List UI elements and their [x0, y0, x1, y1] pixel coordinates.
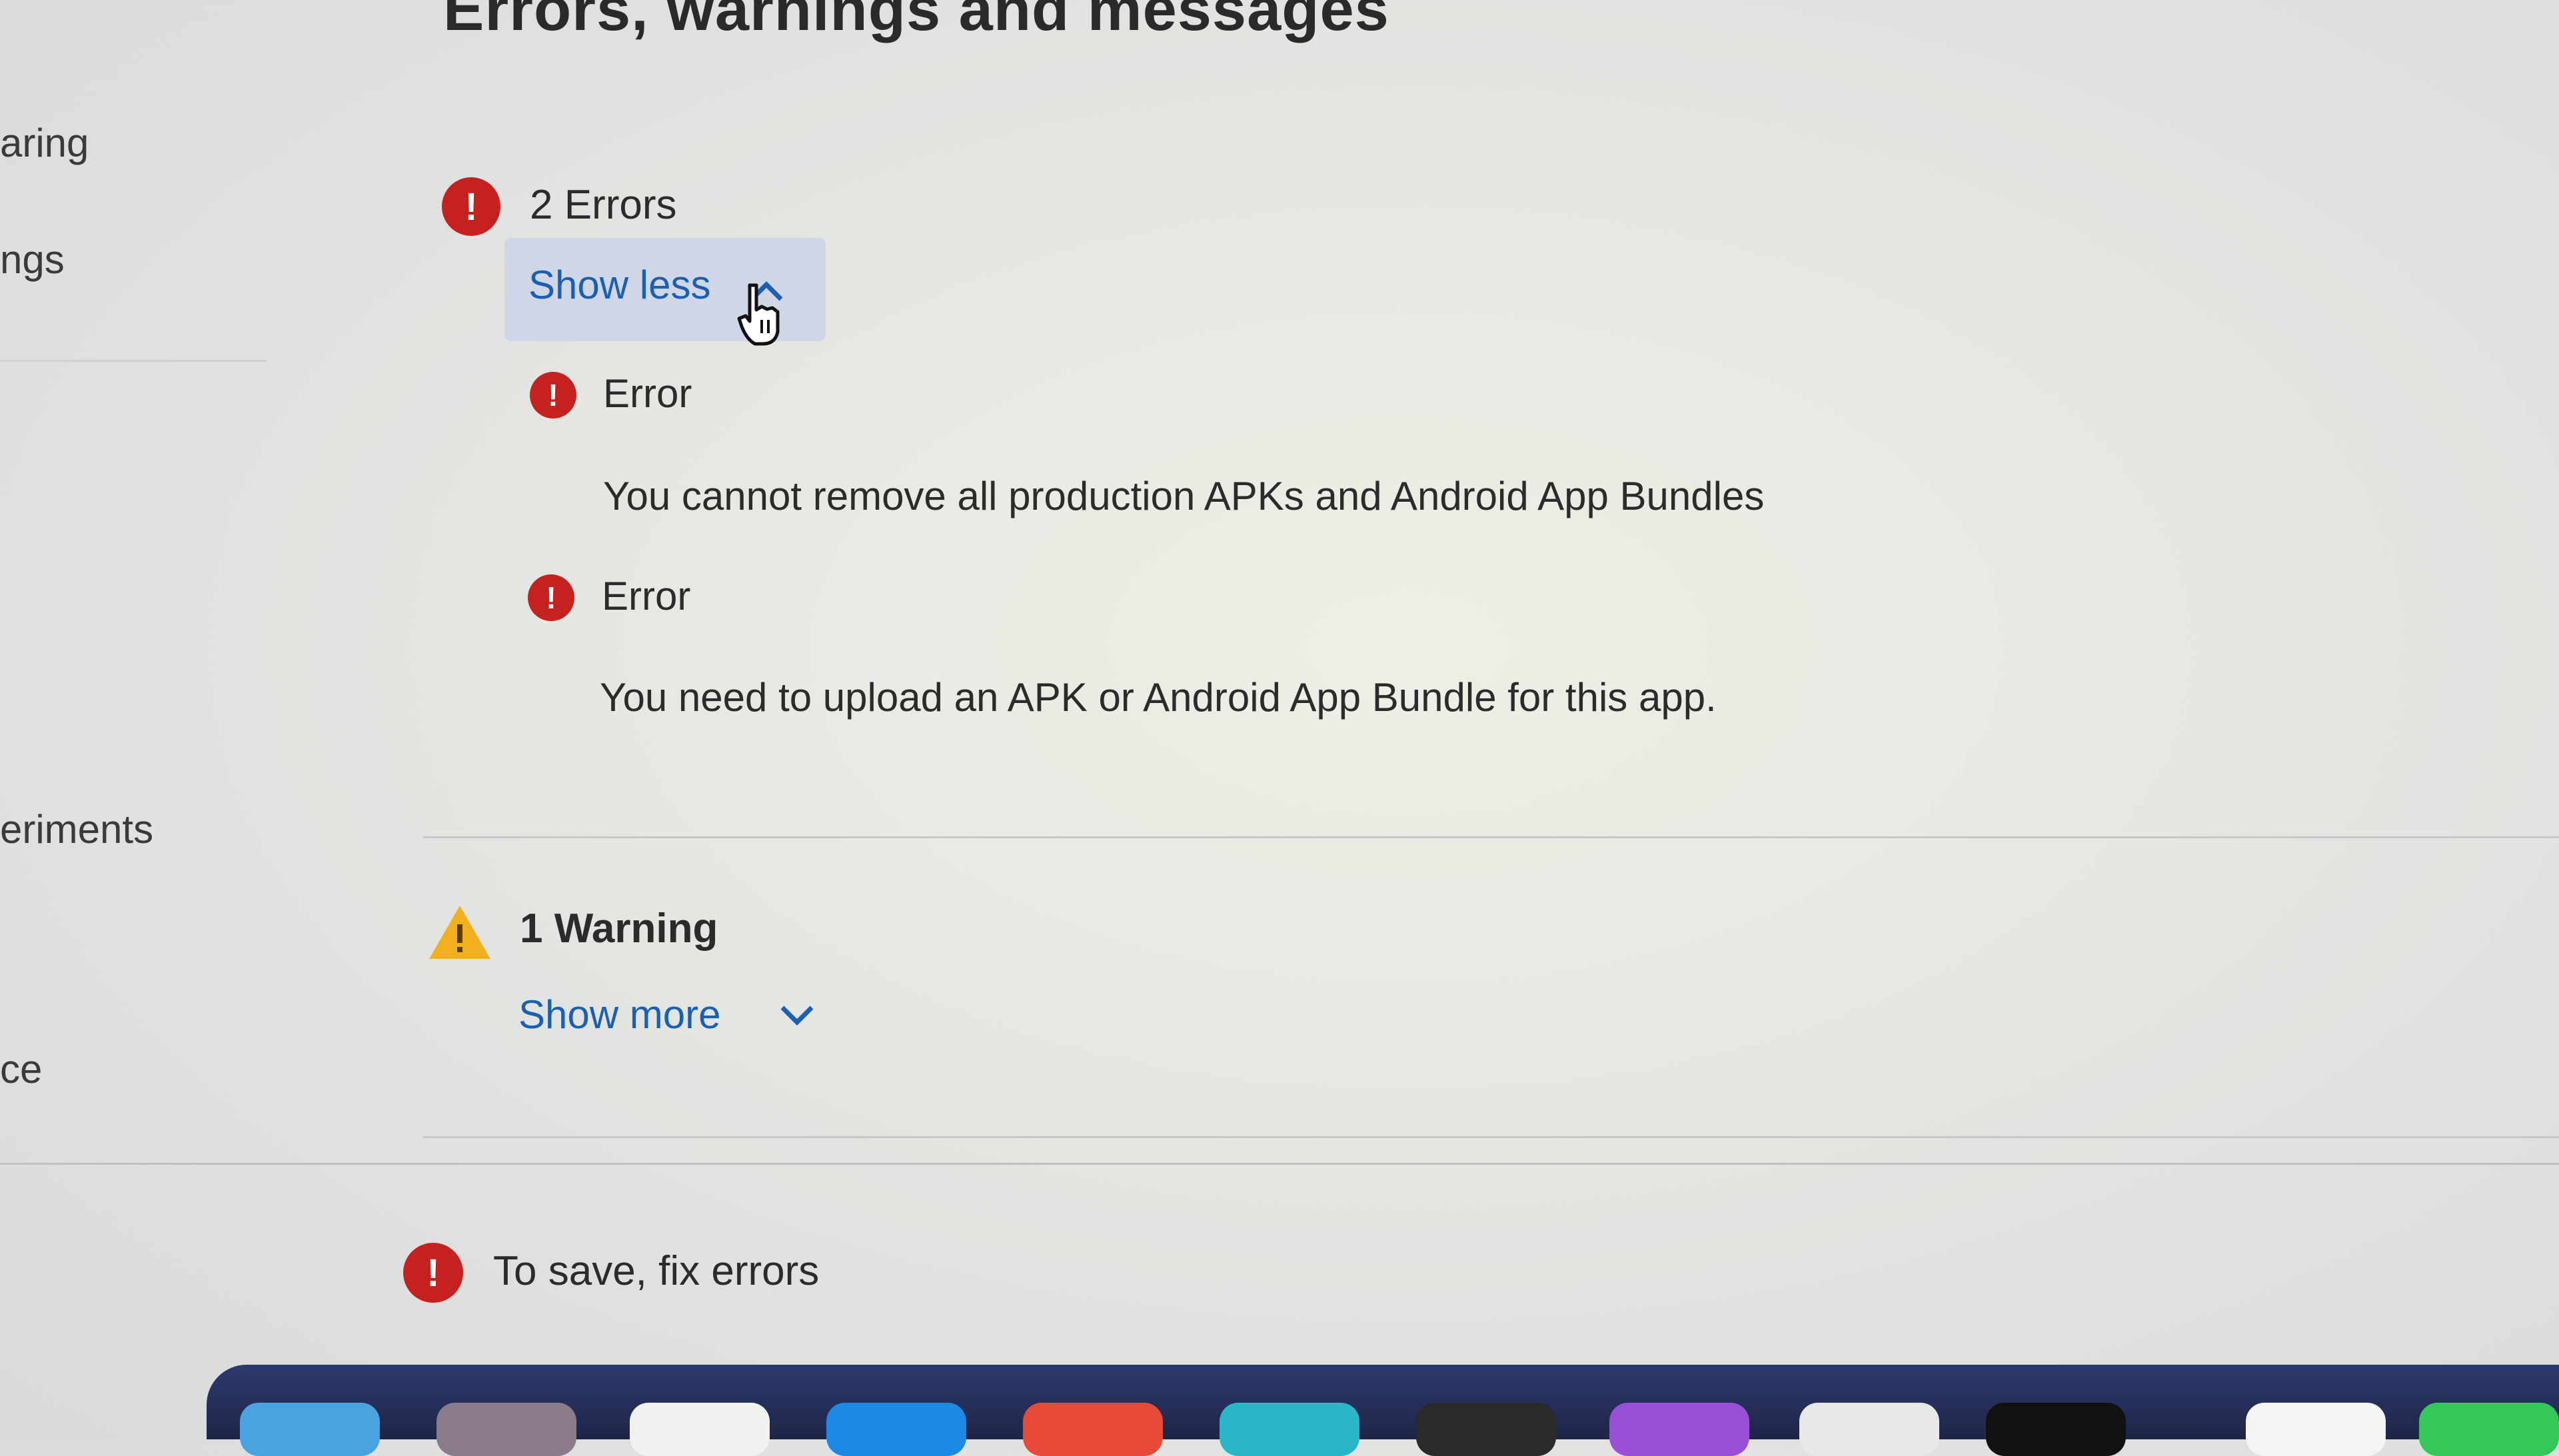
- sidebar-item-2[interactable]: eriments: [0, 806, 153, 852]
- dock-app-icon[interactable]: [630, 1403, 770, 1456]
- dock-app-icon[interactable]: [1799, 1403, 1939, 1456]
- hand-pointer-icon: [737, 283, 780, 346]
- warning-triangle-icon: [429, 906, 490, 959]
- footer-divider: [0, 1163, 2559, 1165]
- dock-app-icon[interactable]: [2419, 1403, 2559, 1456]
- section-divider: [423, 1136, 2559, 1138]
- error-icon: !: [403, 1243, 463, 1303]
- error-icon: !: [442, 177, 500, 236]
- page-title: Errors, warnings and messages: [443, 0, 1389, 43]
- terminal-icon[interactable]: [1986, 1403, 2126, 1456]
- dock-app-icon[interactable]: [1220, 1403, 1359, 1456]
- show-less-label: Show less: [528, 263, 711, 307]
- save-status-text: To save, fix errors: [493, 1248, 820, 1294]
- show-more-button[interactable]: Show more: [518, 988, 825, 1048]
- dock-app-icon[interactable]: [436, 1403, 576, 1456]
- dock-app-icon[interactable]: [1609, 1403, 1749, 1456]
- warnings-count: 1 Warning: [520, 906, 718, 952]
- section-divider: [423, 836, 2559, 838]
- dock-app-icon[interactable]: [240, 1403, 380, 1456]
- error-icon: !: [530, 372, 576, 418]
- dock-app-icon[interactable]: [2246, 1403, 2386, 1456]
- sidebar-divider: [0, 360, 267, 362]
- sidebar-item-3[interactable]: ce: [0, 1046, 42, 1092]
- chevron-down-icon: [780, 1006, 814, 1026]
- sidebar-item-0[interactable]: aring: [0, 120, 89, 166]
- dock-app-icon[interactable]: [826, 1403, 966, 1456]
- error-label: Error: [603, 371, 692, 416]
- error-icon: !: [528, 574, 574, 621]
- error-message: You need to upload an APK or Android App…: [600, 675, 1717, 720]
- sidebar-item-1[interactable]: ngs: [0, 237, 65, 283]
- dock-app-icon[interactable]: [1023, 1403, 1163, 1456]
- errors-count: 2 Errors: [530, 182, 677, 228]
- error-message: You cannot remove all production APKs an…: [603, 474, 1765, 518]
- show-more-label: Show more: [518, 992, 721, 1037]
- error-label: Error: [602, 574, 691, 618]
- dock-app-icon[interactable]: [1416, 1403, 1556, 1456]
